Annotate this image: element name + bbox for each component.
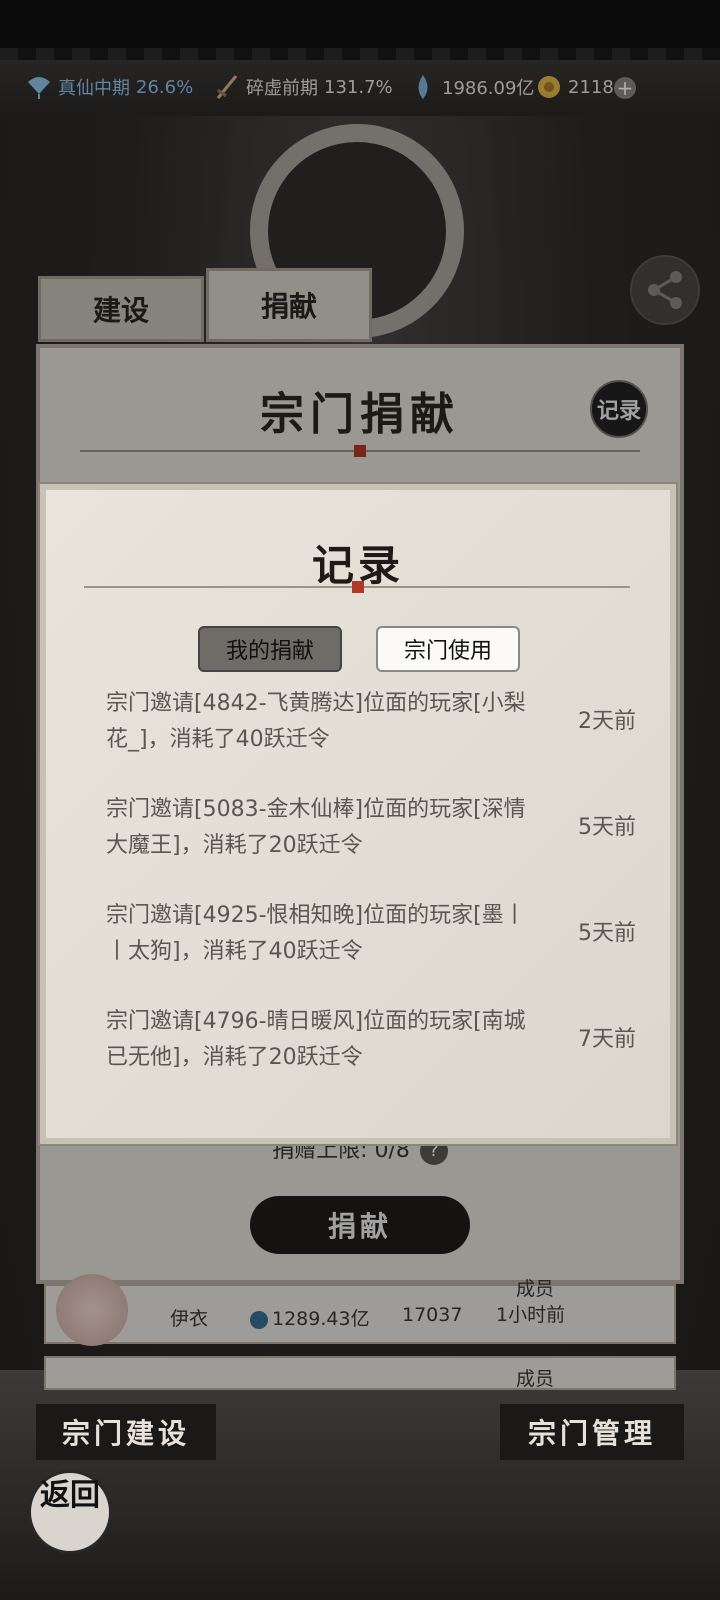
- record-text: 宗门邀请[4925-恨相知晚]位面的玩家[墨丨丨太狗]，消耗了40跃迁令: [106, 903, 526, 964]
- back-button[interactable]: 返回: [28, 1470, 112, 1554]
- record-text: 宗门邀请[4842-飞黄腾达]位面的玩家[小梨花_]，消耗了40跃迁令: [106, 691, 526, 752]
- record-item: 宗门邀请[5083-金木仙棒]位面的玩家[深情大魔王]，消耗了20跃迁令 5天前: [106, 792, 636, 864]
- sect-manage-button[interactable]: 宗门管理: [500, 1404, 684, 1460]
- record-time: 5天前: [578, 815, 636, 840]
- record-item: 宗门邀请[4925-恨相知晚]位面的玩家[墨丨丨太狗]，消耗了40跃迁令 5天前: [106, 898, 636, 970]
- record-item: 宗门邀请[4842-飞黄腾达]位面的玩家[小梨花_]，消耗了40跃迁令 2天前: [106, 686, 636, 758]
- record-item: 宗门邀请[4796-晴日暖风]位面的玩家[南城已无他]，消耗了20跃迁令 7天前: [106, 1004, 636, 1076]
- record-time: 7天前: [578, 1027, 636, 1052]
- record-text: 宗门邀请[5083-金木仙棒]位面的玩家[深情大魔王]，消耗了20跃迁令: [106, 797, 526, 858]
- tab-my-donation[interactable]: 我的捐献: [198, 626, 342, 672]
- tab-sect-usage[interactable]: 宗门使用: [376, 626, 520, 672]
- record-text: 宗门邀请[4796-晴日暖风]位面的玩家[南城已无他]，消耗了20跃迁令: [106, 1009, 526, 1070]
- records-dialog: 记录 我的捐献 宗门使用 宗门邀请[4842-飞黄腾达]位面的玩家[小梨花_]，…: [40, 484, 676, 1144]
- record-time: 2天前: [578, 709, 636, 734]
- seal-icon: [352, 581, 364, 593]
- sect-build-button[interactable]: 宗门建设: [36, 1404, 216, 1460]
- record-time: 5天前: [578, 921, 636, 946]
